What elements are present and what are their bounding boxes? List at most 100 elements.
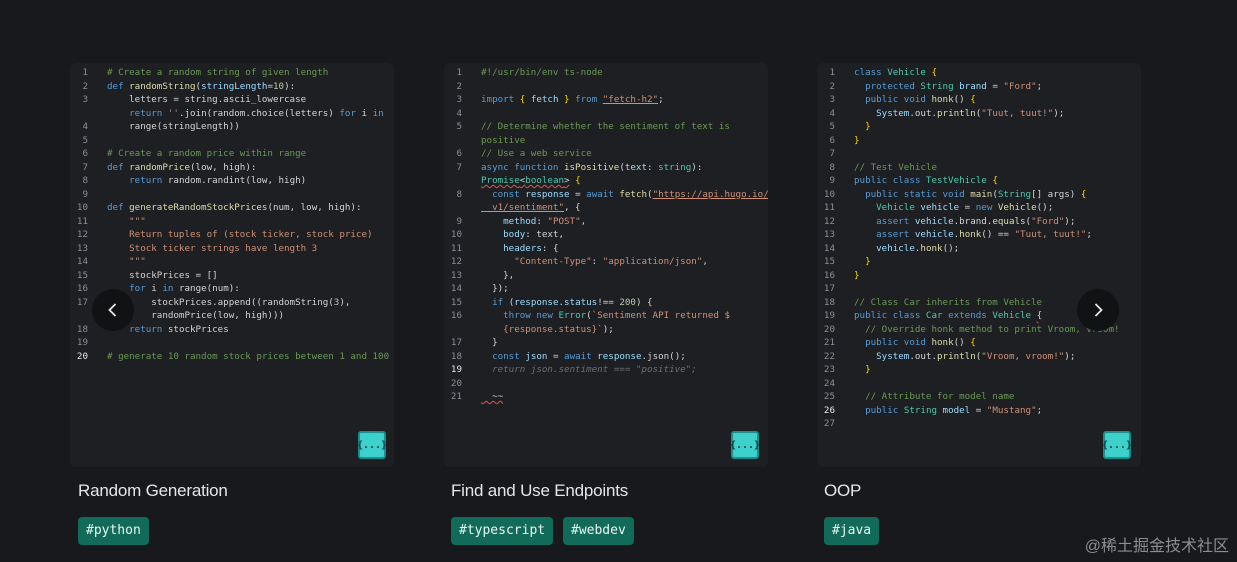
code-line: 12 "Content-Type": "application/json", — [444, 255, 768, 269]
code-block: 1 #!/usr/bin/env ts-node 2 3 import { fetch … — [444, 66, 768, 404]
code-line: 2 protected String brand = "Ford"; — [817, 80, 1141, 94]
code-text: # Create a random string of given length — [107, 67, 329, 78]
code-text: stockPrices = [] — [107, 269, 218, 281]
code-text: const json = await response.json(); — [492, 350, 686, 362]
code-text: def randomString(stringLength=10): — [107, 80, 296, 92]
code-line: 21 ~~ — [444, 390, 768, 404]
line-number: 19 — [76, 337, 88, 348]
line-number: 3 — [829, 94, 835, 105]
code-line: 20 — [444, 377, 768, 391]
line-number: 17 — [76, 296, 88, 308]
code-line: 11 Vehicle vehicle = new Vehicle(); — [817, 201, 1141, 215]
carousel-next-button[interactable] — [1077, 289, 1119, 331]
line-number: 22 — [823, 350, 835, 362]
code-line: 14 vehicle.honk(); — [817, 242, 1141, 256]
code-line: 15 if (response.status!== 200) { — [444, 296, 768, 310]
line-number: 8 — [82, 175, 88, 186]
line-number: 17 — [823, 283, 835, 294]
code-line: 8 return random.randint(low, high) — [70, 174, 394, 188]
code-text: positive — [481, 134, 526, 146]
code-text: "Content-Type": "application/json", — [514, 256, 708, 267]
line-number: 15 — [823, 256, 835, 267]
code-line: 4 range(stringLength)) — [70, 120, 394, 134]
snippet-card-random-generation[interactable]: 1 # Create a random string of given lengt… — [70, 63, 394, 467]
code-text: } — [854, 134, 860, 146]
code-text: }); — [481, 283, 509, 294]
code-text: Vehicle vehicle = new Vehicle(); — [876, 202, 1054, 213]
line-number: 4 — [829, 107, 835, 119]
card-title[interactable]: OOP — [824, 481, 861, 501]
code-line: 8 const response = await fetch("https://… — [444, 188, 768, 202]
code-line: 1 class Vehicle { — [817, 66, 1141, 80]
code-text: Return tuples of (stock ticker, stock pr… — [107, 229, 373, 240]
code-text: method: "POST", — [503, 215, 587, 227]
code-text: public void honk() { — [865, 337, 976, 348]
card-title[interactable]: Find and Use Endpoints — [451, 481, 628, 501]
code-text: def randomPrice(low, high): — [107, 161, 257, 173]
code-line: 13 assert vehicle.honk() == "Tuut, tuut!… — [817, 228, 1141, 242]
code-line: 10 public static void main(String[] args… — [817, 188, 1141, 202]
code-text: if (response.status!== 200) { — [492, 296, 653, 308]
code-text: // Test Vehicle — [854, 161, 937, 173]
code-text: v1/sentiment", { — [481, 202, 581, 213]
code-line: 15 } — [817, 255, 1141, 269]
line-number: 11 — [823, 202, 835, 213]
code-text: import { fetch } from "fetch-h2"; — [481, 94, 664, 105]
line-number: 8 — [829, 161, 835, 173]
line-number: 3 — [456, 94, 462, 105]
code-line: 12 assert vehicle.brand.equals("Ford"); — [817, 215, 1141, 229]
line-number: 24 — [823, 377, 835, 389]
code-text: # Create a random price within range — [107, 148, 307, 159]
carousel-prev-button[interactable] — [92, 289, 134, 331]
line-number: 4 — [82, 121, 88, 132]
code-snippet-icon[interactable]: {...} — [357, 431, 387, 459]
line-number: 5 — [82, 134, 88, 146]
line-number: 25 — [823, 391, 835, 402]
code-text: public class TestVehicle { — [854, 175, 998, 186]
code-snippet-icon[interactable]: {...} — [730, 431, 760, 459]
tag-webdev[interactable]: #webdev — [563, 517, 634, 545]
code-text: letters = string.ascii_lowercase — [107, 94, 307, 105]
line-number: 18 — [823, 296, 835, 308]
code-text: ~~ — [481, 391, 504, 402]
line-number: 20 — [76, 350, 88, 362]
line-number: 2 — [456, 80, 462, 92]
line-number: 20 — [823, 323, 835, 335]
line-number: 2 — [829, 80, 835, 92]
code-line: 9 method: "POST", — [444, 215, 768, 229]
line-number: 13 — [450, 269, 462, 281]
card-title[interactable]: Random Generation — [78, 481, 228, 501]
tag-java[interactable]: #java — [824, 517, 880, 545]
code-text: Promise<boolean> { — [481, 175, 581, 186]
snippet-card-oop[interactable]: 1 class Vehicle {2 protected String brand… — [817, 63, 1141, 467]
code-text: const response = await fetch("https://ap… — [492, 188, 768, 200]
snippet-card-find-and-use-endpoints[interactable]: 1 #!/usr/bin/env ts-node 2 3 import { fetch … — [444, 63, 768, 467]
code-text: throw new Error(`Sentiment API returned … — [503, 310, 730, 321]
tag-python[interactable]: #python — [78, 517, 149, 545]
line-number: 14 — [450, 283, 462, 294]
tag-typescript[interactable]: #typescript — [451, 517, 554, 545]
line-number: 21 — [823, 337, 835, 348]
line-number: 7 — [829, 148, 835, 159]
line-number: 23 — [823, 364, 835, 375]
line-number: 12 — [76, 229, 88, 240]
line-number: 19 — [450, 364, 462, 375]
code-line: 11 headers: { — [444, 242, 768, 256]
code-line: 18 const json = await response.json(); — [444, 350, 768, 364]
code-line: 8 // Test Vehicle — [817, 161, 1141, 175]
code-line: 11 """ — [70, 215, 394, 229]
code-line: 4 — [444, 107, 768, 121]
code-text: } — [865, 256, 871, 267]
code-line: 25 // Attribute for model name — [817, 390, 1141, 404]
line-number: 2 — [82, 80, 88, 92]
code-line: 23 } — [817, 363, 1141, 377]
code-line: 6 # Create a random price within range — [70, 147, 394, 161]
code-snippet-icon[interactable]: {...} — [1102, 431, 1132, 459]
line-number: 1 — [82, 67, 88, 78]
code-line: 1 # Create a random string of given lengt… — [70, 66, 394, 80]
code-text: Stock ticker strings have length 3 — [107, 242, 318, 254]
code-line: 3 import { fetch } from "fetch-h2"; — [444, 93, 768, 107]
line-number: 27 — [823, 418, 835, 429]
code-line: 27 — [817, 417, 1141, 431]
code-line: 1 #!/usr/bin/env ts-node — [444, 66, 768, 80]
